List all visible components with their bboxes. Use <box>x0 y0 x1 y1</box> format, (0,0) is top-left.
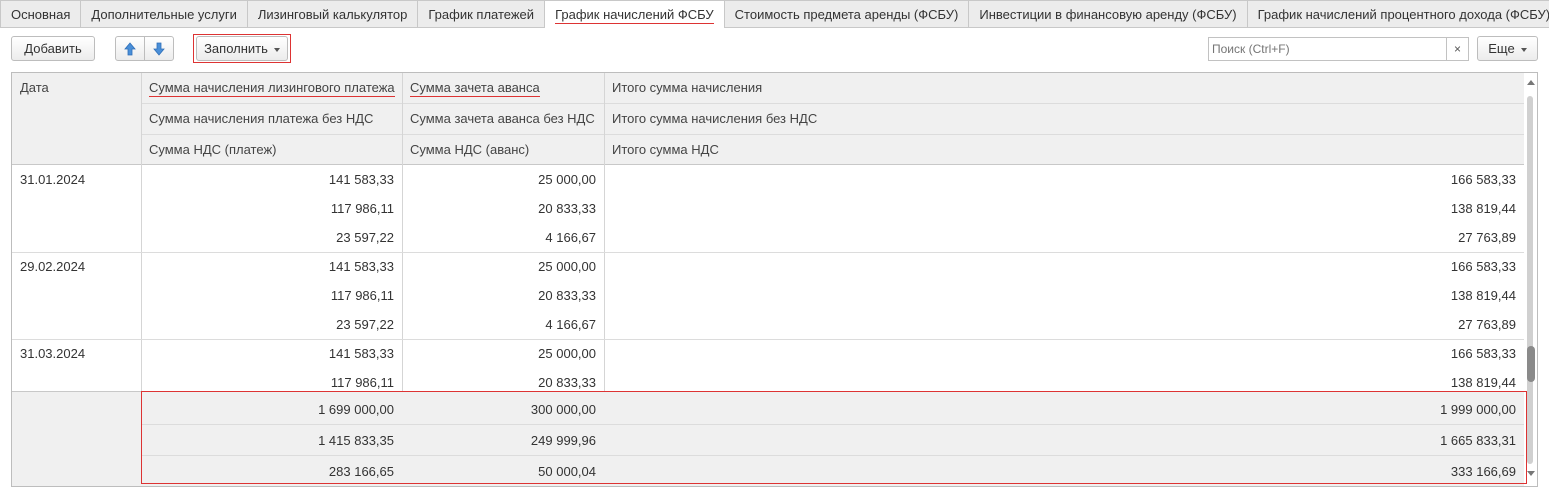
cell-value[interactable]: 138 819,44 <box>604 281 1524 310</box>
cell-value[interactable]: 117 986,11 <box>141 281 402 310</box>
header-date[interactable]: Дата <box>12 73 141 104</box>
chevron-down-icon <box>273 47 280 52</box>
fill-button-label: Заполнить <box>204 41 268 56</box>
cell-value[interactable]: 141 583,33 <box>141 339 402 368</box>
cell-value[interactable]: 138 819,44 <box>604 194 1524 223</box>
scroll-thumb[interactable] <box>1527 346 1535 382</box>
tab-label: График начислений процентного дохода (ФС… <box>1257 7 1549 22</box>
scroll-track[interactable] <box>1527 96 1535 464</box>
header-leasing-payment-accrual[interactable]: Сумма начисления лизингового платежа <box>141 73 402 104</box>
arrow-down-icon <box>153 42 165 56</box>
chevron-down-icon <box>1520 47 1527 52</box>
tab-fsbu-accrual-schedule[interactable]: График начислений ФСБУ <box>545 0 725 28</box>
header-vat-payment[interactable]: Сумма НДС (платеж) <box>141 135 402 166</box>
cell-value[interactable]: 25 000,00 <box>402 339 604 368</box>
tab-label: Инвестиции в финансовую аренду (ФСБУ) <box>979 7 1237 22</box>
cell-value[interactable]: 4 166,67 <box>402 223 604 252</box>
clear-search-button[interactable]: × <box>1446 37 1469 61</box>
add-button[interactable]: Добавить <box>11 36 95 61</box>
cell-value[interactable]: 25 000,00 <box>402 252 604 281</box>
cell-value[interactable]: 27 763,89 <box>604 223 1524 252</box>
fill-dropdown-button[interactable]: Заполнить <box>196 36 288 61</box>
header-label: Сумма начисления лизингового платежа <box>149 80 395 97</box>
tab-leasing-calculator[interactable]: Лизинговый калькулятор <box>247 0 419 27</box>
cell-value[interactable]: 141 583,33 <box>141 252 402 281</box>
header-advance-offset-no-vat[interactable]: Сумма зачета аванса без НДС <box>402 104 604 135</box>
tab-bar: Основная Дополнительные услуги Лизинговы… <box>0 0 1549 28</box>
cell-value[interactable]: 25 000,00 <box>402 165 604 194</box>
totals-highlight <box>141 391 1527 484</box>
row-date[interactable]: 29.02.2024 <box>12 252 141 281</box>
tab-label: Лизинговый калькулятор <box>257 7 408 22</box>
more-button-label: Еще <box>1488 41 1515 56</box>
header-total-vat[interactable]: Итого сумма НДС <box>604 135 1524 166</box>
tab-finance-lease-investments[interactable]: Инвестиции в финансовую аренду (ФСБУ) <box>969 0 1248 27</box>
scroll-up-icon[interactable] <box>1527 80 1535 85</box>
tab-main[interactable]: Основная <box>0 0 82 27</box>
header-total-accrual[interactable]: Итого сумма начисления <box>604 73 1524 104</box>
tab-label: Стоимость предмета аренды (ФСБУ) <box>734 7 959 22</box>
tab-interest-income-schedule[interactable]: График начислений процентного дохода (ФС… <box>1247 0 1549 27</box>
cell-value[interactable]: 4 166,67 <box>402 310 604 339</box>
cell-value[interactable]: 117 986,11 <box>141 194 402 223</box>
header-payment-accrual-no-vat[interactable]: Сумма начисления платежа без НДС <box>141 104 402 135</box>
arrow-up-icon <box>124 42 136 56</box>
header-advance-offset[interactable]: Сумма зачета аванса <box>402 73 604 104</box>
cell-value[interactable]: 166 583,33 <box>604 339 1524 368</box>
cell-value[interactable]: 141 583,33 <box>141 165 402 194</box>
search-input[interactable] <box>1208 37 1447 61</box>
move-down-button[interactable] <box>144 36 174 61</box>
row-date[interactable]: 31.01.2024 <box>12 165 141 194</box>
tab-label: Дополнительные услуги <box>91 7 237 22</box>
tab-label: Основная <box>11 7 71 22</box>
tab-additional-services[interactable]: Дополнительные услуги <box>81 0 248 27</box>
move-up-button[interactable] <box>115 36 145 61</box>
scroll-down-icon[interactable] <box>1527 471 1535 476</box>
cell-value[interactable]: 166 583,33 <box>604 252 1524 281</box>
table-header: Дата Сумма начисления лизингового платеж… <box>12 73 1524 165</box>
tab-label: График платежей <box>428 7 535 22</box>
tab-label: График начислений ФСБУ <box>555 7 714 24</box>
close-icon: × <box>1453 42 1461 56</box>
tab-payment-schedule[interactable]: График платежей <box>418 0 546 27</box>
cell-value[interactable]: 27 763,89 <box>604 310 1524 339</box>
row-date[interactable]: 31.03.2024 <box>12 339 141 368</box>
tab-lease-asset-cost[interactable]: Стоимость предмета аренды (ФСБУ) <box>724 0 970 27</box>
cell-value[interactable]: 23 597,22 <box>141 310 402 339</box>
vertical-scrollbar[interactable] <box>1526 74 1536 484</box>
cell-value[interactable]: 166 583,33 <box>604 165 1524 194</box>
cell-value[interactable]: 20 833,33 <box>402 194 604 223</box>
header-label: Сумма зачета аванса <box>410 80 540 97</box>
cell-value[interactable]: 23 597,22 <box>141 223 402 252</box>
cell-value[interactable]: 20 833,33 <box>402 281 604 310</box>
header-total-accrual-no-vat[interactable]: Итого сумма начисления без НДС <box>604 104 1524 135</box>
more-dropdown-button[interactable]: Еще <box>1477 36 1538 61</box>
header-vat-advance[interactable]: Сумма НДС (аванс) <box>402 135 604 166</box>
